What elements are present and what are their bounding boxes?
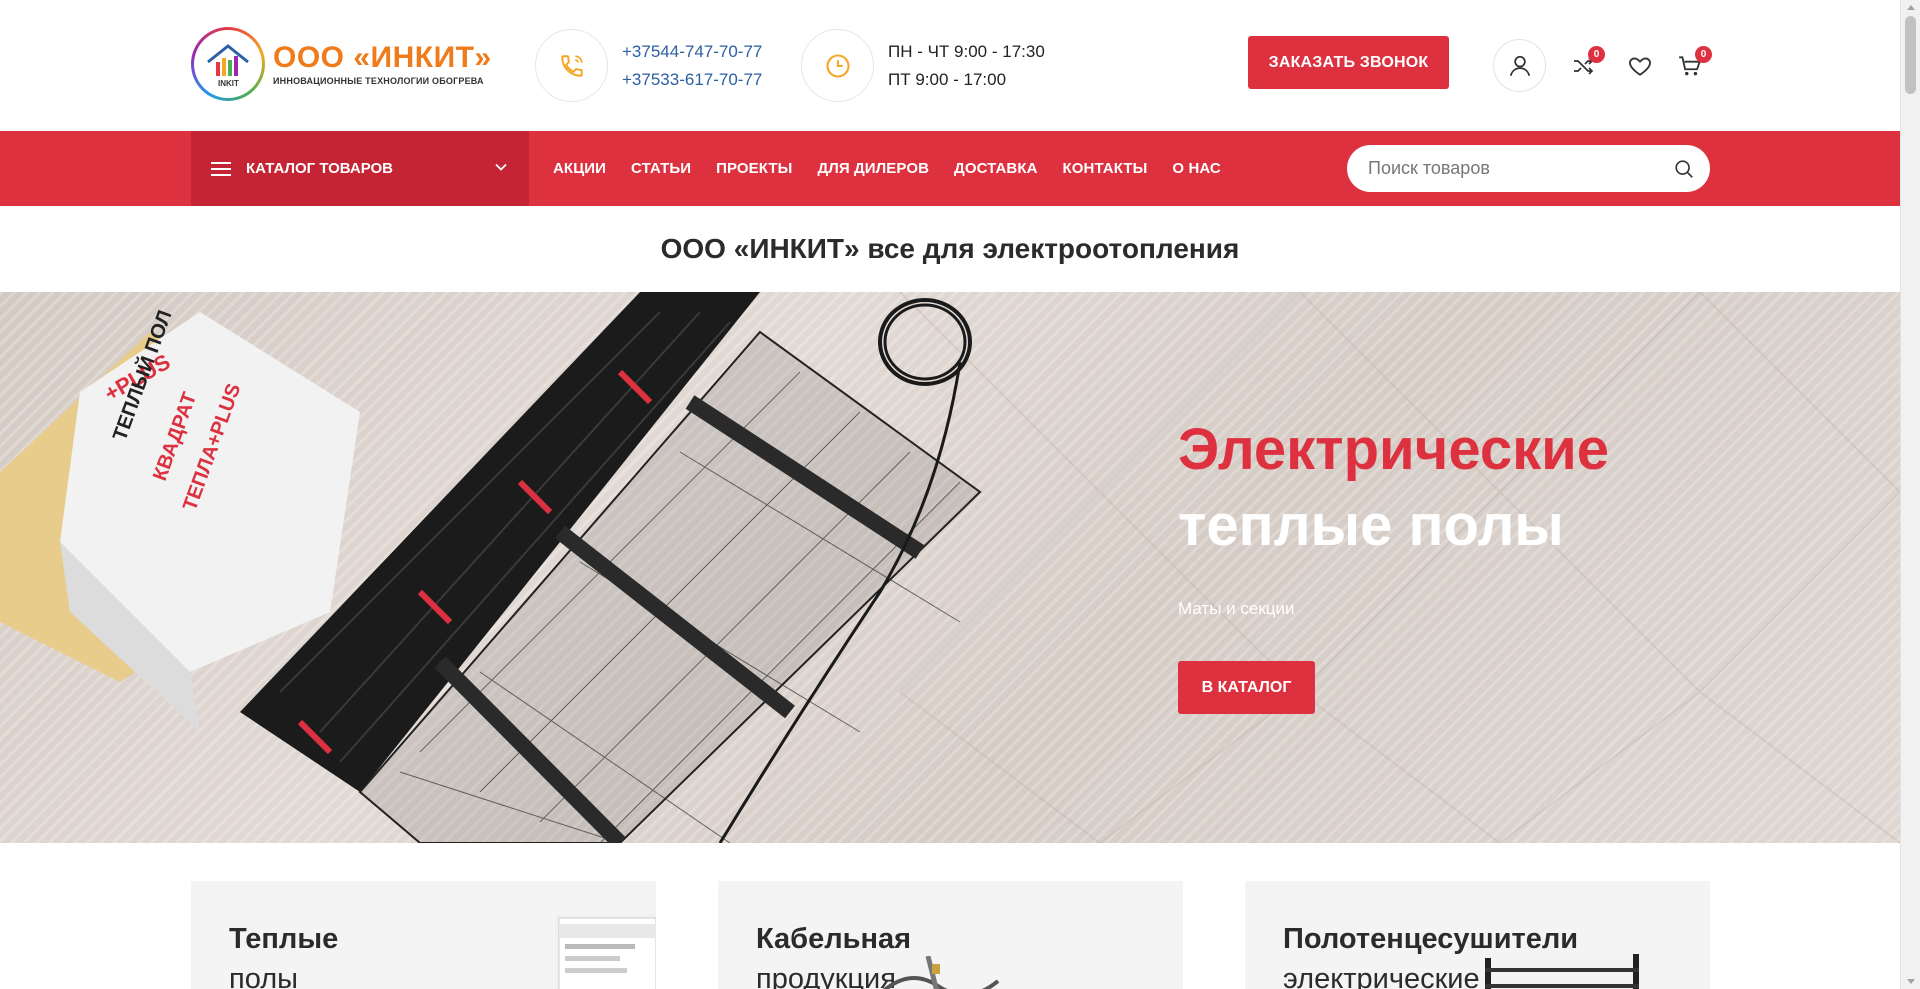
clock-icon	[801, 29, 874, 102]
scroll-up-arrow-icon[interactable]	[1907, 5, 1915, 10]
site-logo[interactable]: INKIT ООО «ИНКИТ» ИННОВАЦИОННЫЕ ТЕХНОЛОГ…	[191, 27, 492, 101]
account-button[interactable]	[1493, 39, 1546, 92]
search-input[interactable]	[1368, 146, 1668, 191]
search-icon[interactable]	[1673, 158, 1695, 180]
nav-item-dealers[interactable]: ДЛЯ ДИЛЕРОВ	[817, 160, 929, 177]
cart-button[interactable]: 0	[1676, 46, 1712, 80]
page-title: ООО «ИНКИТ» все для электроотопления	[660, 233, 1240, 264]
heart-icon	[1629, 57, 1651, 76]
site-header: INKIT ООО «ИНКИТ» ИННОВАЦИОННЫЕ ТЕХНОЛОГ…	[0, 0, 1900, 131]
nav-item-contacts[interactable]: КОНТАКТЫ	[1063, 160, 1148, 177]
catalog-menu-label: КАТАЛОГ ТОВАРОВ	[246, 160, 394, 177]
wishlist-button[interactable]	[1626, 52, 1654, 80]
phone-icon	[535, 29, 608, 102]
category-card-floor-heating[interactable]: Теплые полы	[191, 881, 656, 989]
chevron-down-icon	[495, 163, 507, 171]
category-cards: Теплые полы Кабельная продукция Полотенцес…	[191, 881, 1711, 989]
nav-item-projects[interactable]: ПРОЕКТЫ	[716, 160, 792, 177]
nav-item-promotions[interactable]: АКЦИИ	[553, 160, 606, 177]
phone-link[interactable]: +37544-747-70-77	[622, 38, 762, 66]
category-title: Полотенцесушители	[1283, 923, 1579, 955]
compare-button[interactable]: 0	[1569, 46, 1605, 80]
compare-count-badge: 0	[1588, 46, 1605, 63]
category-title: Кабельная	[756, 923, 912, 955]
nav-item-about[interactable]: О НАС	[1172, 160, 1220, 177]
logo-subtitle: ИННОВАЦИОННЫЕ ТЕХНОЛОГИИ ОБОГРЕВА	[273, 76, 484, 86]
hero-banner: +PLUS ТЕПЛЫЙ ПОЛ КВАДРАТ ТЕПЛА+PLUS Элек…	[0, 292, 1900, 843]
hours-line: ПТ 9:00 - 17:00	[888, 69, 1007, 89]
category-card-cable-products[interactable]: Кабельная продукция	[718, 881, 1183, 989]
main-navbar: КАТАЛОГ ТОВАРОВ АКЦИИ СТАТЬИ ПРОЕКТЫ ДЛЯ…	[0, 131, 1900, 206]
callback-button[interactable]: ЗАКАЗАТЬ ЗВОНОК	[1248, 36, 1449, 89]
category-subtitle: полы	[229, 963, 298, 989]
phone-link[interactable]: +37533-617-70-77	[622, 66, 762, 94]
logo-mark-icon: INKIT	[191, 27, 265, 101]
top-menu: АКЦИИ СТАТЬИ ПРОЕКТЫ ДЛЯ ДИЛЕРОВ ДОСТАВК…	[553, 131, 1246, 206]
phone-block: +37544-747-70-77 +37533-617-70-77	[535, 29, 762, 102]
page-scrollbar[interactable]	[1900, 0, 1920, 989]
hours-block: ПН - ЧТ 9:00 - 17:30 ПТ 9:00 - 17:00	[801, 29, 1045, 102]
cart-count-badge: 0	[1695, 46, 1712, 63]
hero-image: +PLUS ТЕПЛЫЙ ПОЛ КВАДРАТ ТЕПЛА+PLUS	[0, 292, 1900, 843]
category-title: Теплые	[229, 923, 339, 955]
category-card-towel-warmers[interactable]: Полотенцесушители электрические	[1245, 881, 1710, 989]
cable-image	[882, 956, 1000, 989]
product-box-image	[555, 914, 656, 989]
scrollbar-thumb[interactable]	[1905, 16, 1916, 94]
hero-title-line-2: теплые полы	[1178, 493, 1564, 558]
hero-subtitle: Маты и секции	[1178, 599, 1295, 618]
search-box	[1347, 145, 1710, 192]
towel-warmer-image	[1485, 954, 1639, 989]
logo-title: ООО «ИНКИТ»	[273, 41, 492, 74]
hero-title-line-1: Электрические	[1178, 417, 1610, 482]
nav-item-articles[interactable]: СТАТЬИ	[631, 160, 691, 177]
to-catalog-button[interactable]: В КАТАЛОГ	[1178, 661, 1315, 714]
hours-line: ПН - ЧТ 9:00 - 17:30	[888, 41, 1045, 61]
menu-icon	[211, 158, 231, 180]
nav-item-delivery[interactable]: ДОСТАВКА	[954, 160, 1037, 177]
scroll-down-arrow-icon[interactable]	[1907, 979, 1915, 984]
catalog-menu-button[interactable]: КАТАЛОГ ТОВАРОВ	[191, 131, 529, 206]
hero-content: Электрические теплые полы Маты и секции …	[1178, 412, 1609, 714]
logo-mark-text: INKIT	[218, 79, 239, 88]
user-icon	[1509, 55, 1530, 76]
